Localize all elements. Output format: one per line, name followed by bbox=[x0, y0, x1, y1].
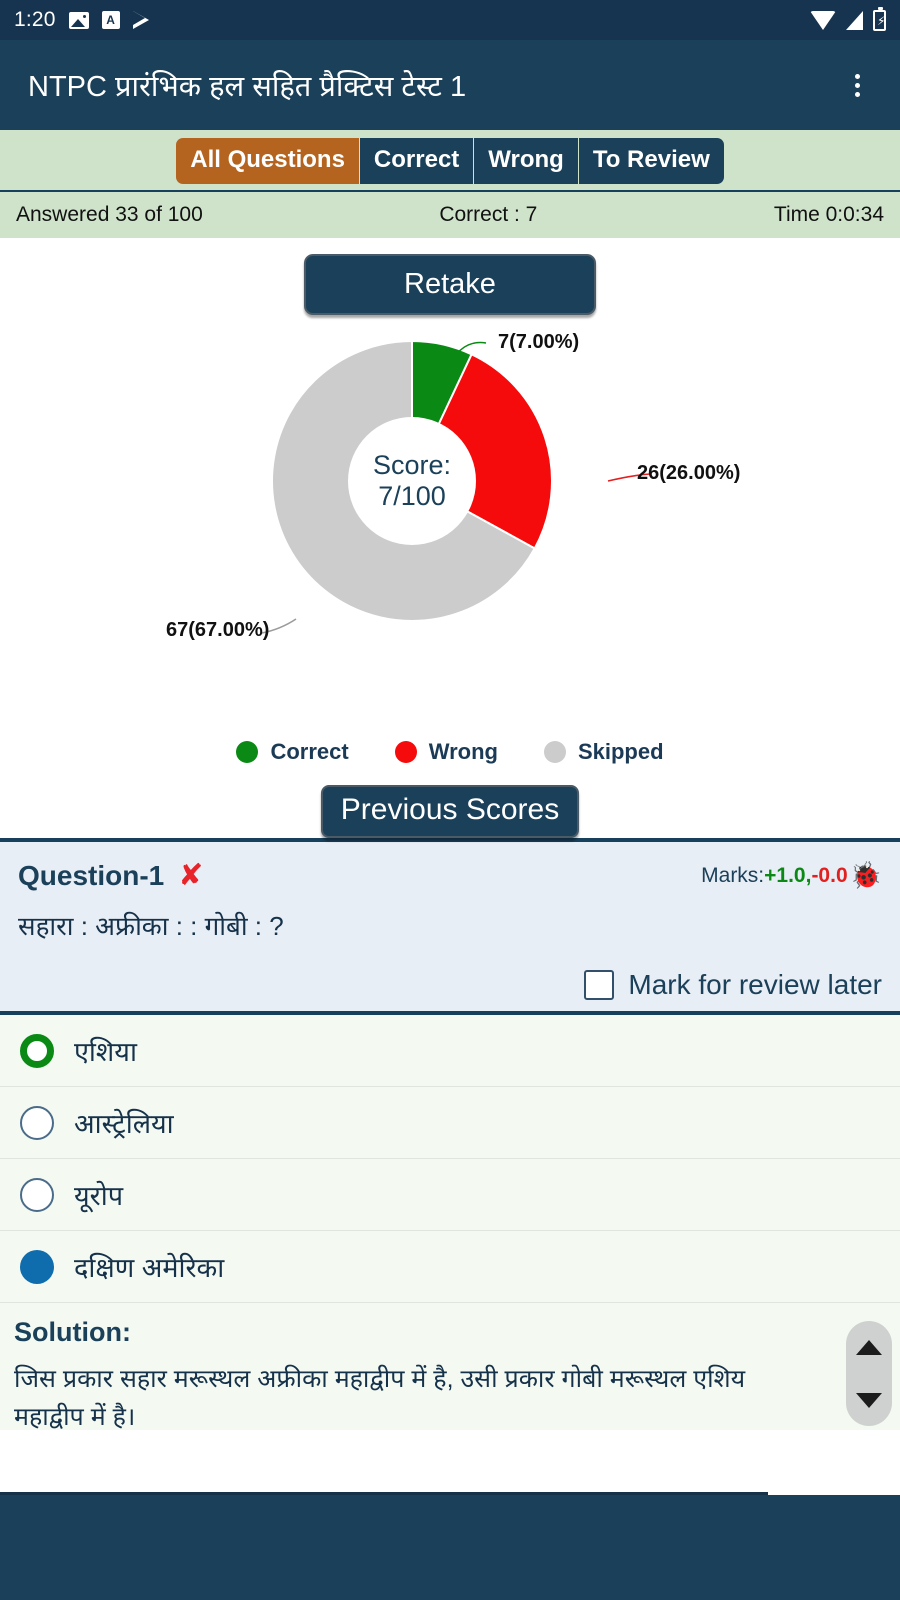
previous-scores-wrap: Previous Scores bbox=[0, 785, 900, 839]
legend-label-skipped: Skipped bbox=[577, 739, 664, 765]
bug-icon[interactable]: 🐞 bbox=[850, 860, 882, 891]
kebab-dot bbox=[854, 73, 860, 79]
question-header: Question-1 ✘ Marks: +1.0, -0.0 🐞 bbox=[18, 858, 882, 893]
chart-legend: Correct Wrong Skipped bbox=[0, 739, 900, 765]
option-row-4[interactable]: दक्षिण अमेरिका bbox=[0, 1231, 900, 1304]
elapsed-time: Time 0:0:34 bbox=[773, 203, 884, 227]
signal-icon bbox=[846, 10, 863, 30]
score-donut-chart: Score: 7/100 7(7.00%) 26(26.00%) 67(67.0… bbox=[0, 331, 900, 731]
tab-strip: All Questions Correct Wrong To Review bbox=[0, 130, 900, 193]
radio-empty-icon[interactable] bbox=[20, 1105, 54, 1140]
wifi-icon bbox=[810, 10, 836, 30]
triangle-up-icon[interactable] bbox=[856, 1340, 882, 1356]
tab-list: All Questions Correct Wrong To Review bbox=[0, 138, 900, 185]
system-nav-bar bbox=[0, 1495, 900, 1600]
previous-scores-button[interactable]: Previous Scores bbox=[320, 785, 580, 839]
solution-title: Solution: bbox=[14, 1317, 131, 1348]
status-clock: 1:20 bbox=[14, 8, 56, 31]
summary-bar: Answered 33 of 100 Correct : 7 Time 0:0:… bbox=[0, 192, 900, 239]
option-label-1: एशिया bbox=[74, 1037, 137, 1068]
mark-review-label[interactable]: Mark for review later bbox=[628, 969, 882, 1001]
solution-text-line-1: जिस प्रकार सहार मरूस्थल अफ्रीका महाद्वीप… bbox=[14, 1365, 746, 1394]
kebab-menu-icon[interactable] bbox=[842, 70, 872, 100]
scroll-control[interactable] bbox=[846, 1321, 892, 1427]
app-bar: NTPC प्रारंभिक हल सहित प्रैक्टिस टेस्ट 1 bbox=[0, 40, 900, 130]
legend-item-correct: Correct bbox=[236, 739, 349, 765]
question-card: Question-1 ✘ Marks: +1.0, -0.0 🐞 सहारा : अफ… bbox=[0, 838, 900, 1012]
legend-item-wrong: Wrong bbox=[394, 739, 498, 765]
option-label-3: यूरोप bbox=[74, 1181, 124, 1212]
status-bar-left: 1:20 A bbox=[14, 8, 149, 32]
solution-section: Solution: जिस प्रकार सहार मरूस्थल अफ्रीक… bbox=[0, 1303, 900, 1431]
chart-label-correct: 7(7.00%) bbox=[498, 331, 580, 354]
results-panel: Retake Score: 7/100 7(7.00%) 26(26.00%) … bbox=[0, 238, 900, 839]
triangle-down-icon[interactable] bbox=[856, 1392, 882, 1408]
option-label-4: दक्षिण अमेरिका bbox=[74, 1253, 225, 1284]
marks-negative: -0.0 bbox=[811, 863, 848, 887]
marks-positive: +1.0, bbox=[764, 863, 812, 887]
legend-swatch-correct bbox=[236, 741, 259, 764]
mark-review-checkbox[interactable] bbox=[584, 970, 615, 1001]
question-text: सहारा : अफ्रीका : : गोबी : ? bbox=[18, 911, 284, 942]
tab-correct[interactable]: Correct bbox=[359, 138, 475, 185]
marks-prefix: Marks: bbox=[701, 863, 765, 887]
leader-lines bbox=[261, 342, 651, 635]
legend-swatch-wrong bbox=[394, 741, 417, 764]
radio-empty-icon[interactable] bbox=[20, 1177, 54, 1212]
correct-count: Correct : 7 bbox=[439, 203, 538, 227]
chart-label-skipped: 67(67.00%) bbox=[166, 619, 270, 642]
photo-icon bbox=[68, 11, 89, 29]
solution-text-line-2: महाद्वीप में है। bbox=[14, 1402, 136, 1431]
tab-all-questions[interactable]: All Questions bbox=[176, 138, 360, 185]
tab-wrong[interactable]: Wrong bbox=[474, 138, 579, 185]
marks-info: Marks: +1.0, -0.0 🐞 bbox=[701, 860, 882, 891]
kebab-dot bbox=[854, 91, 860, 97]
status-bar: 1:20 A ⚡ bbox=[0, 0, 900, 40]
option-row-3[interactable]: यूरोप bbox=[0, 1159, 900, 1232]
play-icon bbox=[132, 11, 149, 29]
radio-selected-icon[interactable] bbox=[20, 1249, 54, 1284]
option-row-1[interactable]: एशिया bbox=[0, 1015, 900, 1088]
mark-review-row[interactable]: Mark for review later bbox=[18, 969, 882, 1001]
option-label-2: आस्ट्रेलिया bbox=[74, 1109, 174, 1140]
legend-label-wrong: Wrong bbox=[428, 739, 498, 765]
answered-count: Answered 33 of 100 bbox=[16, 203, 203, 227]
letter-a-icon: A bbox=[101, 11, 120, 29]
retake-button-wrap: Retake bbox=[0, 238, 900, 316]
legend-label-correct: Correct bbox=[270, 739, 349, 765]
battery-charging-icon: ⚡ bbox=[873, 6, 886, 31]
retake-button[interactable]: Retake bbox=[304, 254, 596, 316]
options-list: एशिया आस्ट्रेलिया यूरोप दक्षिण अमेरिका bbox=[0, 1011, 900, 1304]
kebab-dot bbox=[854, 82, 860, 88]
wrong-cross-icon: ✘ bbox=[178, 859, 204, 893]
page-title: NTPC प्रारंभिक हल सहित प्रैक्टिस टेस्ट 1 bbox=[28, 70, 467, 103]
tab-to-review[interactable]: To Review bbox=[578, 138, 724, 185]
radio-correct-icon[interactable] bbox=[20, 1033, 54, 1068]
legend-swatch-skipped bbox=[543, 741, 566, 764]
legend-item-skipped: Skipped bbox=[543, 739, 664, 765]
status-bar-right: ⚡ bbox=[810, 6, 886, 31]
question-number: Question-1 bbox=[18, 859, 165, 891]
chart-label-wrong: 26(26.00%) bbox=[637, 462, 741, 485]
option-row-2[interactable]: आस्ट्रेलिया bbox=[0, 1087, 900, 1160]
